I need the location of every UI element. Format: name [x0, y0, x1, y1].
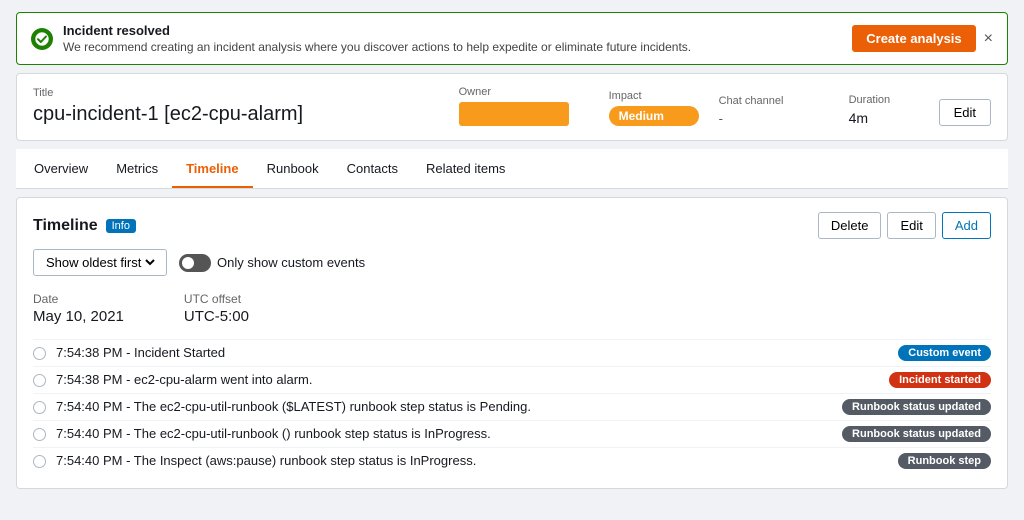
tab-overview[interactable]: Overview — [20, 149, 102, 188]
owner-label: Owner — [459, 86, 589, 98]
date-field: Date May 10, 2021 — [33, 292, 124, 325]
owner-bar — [459, 102, 569, 126]
banner-description: We recommend creating an incident analys… — [63, 40, 842, 54]
event-badge: Incident started — [889, 372, 991, 388]
create-analysis-button[interactable]: Create analysis — [852, 25, 975, 52]
duration-value: 4m — [849, 110, 919, 126]
event-badge: Runbook status updated — [842, 426, 991, 442]
toggle-label: Only show custom events — [217, 255, 365, 270]
tab-metrics[interactable]: Metrics — [102, 149, 172, 188]
incident-header: Title cpu-incident-1 [ec2-cpu-alarm] Own… — [33, 86, 991, 126]
event-text: 7:54:38 PM - Incident Started — [56, 345, 888, 360]
timeline-section: Timeline Info Delete Edit Add Show oldes… — [16, 197, 1008, 489]
date-row: Date May 10, 2021 UTC offset UTC-5:00 — [33, 292, 991, 325]
sort-select[interactable]: Show oldest first — [42, 254, 158, 271]
banner-content: Incident resolved We recommend creating … — [63, 23, 842, 54]
banner-close-button[interactable]: × — [984, 31, 993, 47]
utc-label: UTC offset — [184, 292, 249, 306]
event-text: 7:54:40 PM - The Inspect (aws:pause) run… — [56, 453, 888, 468]
event-text: 7:54:40 PM - The ec2-cpu-util-runbook ($… — [56, 399, 832, 414]
date-value: May 10, 2021 — [33, 308, 124, 325]
owner-field: Owner — [459, 86, 589, 126]
edit-button[interactable]: Edit — [939, 99, 991, 126]
chat-value: - — [719, 111, 829, 126]
event-dot — [33, 374, 46, 387]
incident-resolved-banner: Incident resolved We recommend creating … — [16, 12, 1008, 65]
impact-field: Impact Medium — [609, 90, 699, 126]
tab-contacts[interactable]: Contacts — [333, 149, 412, 188]
event-text: 7:54:40 PM - The ec2-cpu-util-runbook ()… — [56, 426, 832, 441]
title-field: Title cpu-incident-1 [ec2-cpu-alarm] — [33, 87, 439, 126]
incident-card: Title cpu-incident-1 [ec2-cpu-alarm] Own… — [16, 73, 1008, 141]
tab-related-items[interactable]: Related items — [412, 149, 519, 188]
impact-badge: Medium — [609, 106, 699, 126]
event-dot — [33, 401, 46, 414]
resolved-icon — [31, 28, 53, 50]
event-badge: Runbook step — [898, 453, 991, 469]
event-text: 7:54:38 PM - ec2-cpu-alarm went into ala… — [56, 372, 879, 387]
title-label: Title — [33, 87, 439, 99]
event-dot — [33, 428, 46, 441]
impact-label: Impact — [609, 90, 699, 102]
event-dot — [33, 347, 46, 360]
event-badge: Runbook status updated — [842, 399, 991, 415]
event-row: 7:54:40 PM - The ec2-cpu-util-runbook ()… — [33, 420, 991, 447]
banner-title: Incident resolved — [63, 23, 170, 38]
duration-label: Duration — [849, 94, 919, 106]
duration-field: Duration 4m — [849, 94, 919, 126]
sort-select-wrap[interactable]: Show oldest first — [33, 249, 167, 276]
event-row: 7:54:40 PM - The ec2-cpu-util-runbook ($… — [33, 393, 991, 420]
chat-field: Chat channel - — [719, 95, 829, 126]
timeline-title: Timeline — [33, 217, 98, 235]
utc-value: UTC-5:00 — [184, 308, 249, 325]
add-button[interactable]: Add — [942, 212, 991, 239]
info-badge: Info — [106, 219, 136, 233]
date-label: Date — [33, 292, 124, 306]
custom-events-toggle[interactable] — [179, 254, 211, 272]
incident-title: cpu-incident-1 [ec2-cpu-alarm] — [33, 103, 439, 126]
banner-actions: Create analysis × — [852, 25, 993, 52]
event-row: 7:54:38 PM - ec2-cpu-alarm went into ala… — [33, 366, 991, 393]
toggle-wrap: Only show custom events — [179, 254, 365, 272]
tabs-bar: Overview Metrics Timeline Runbook Contac… — [16, 149, 1008, 189]
timeline-edit-button[interactable]: Edit — [887, 212, 935, 239]
timeline-header: Timeline Info Delete Edit Add — [33, 212, 991, 239]
event-badge: Custom event — [898, 345, 991, 361]
timeline-controls: Show oldest first Only show custom event… — [33, 249, 991, 276]
events-list: 7:54:38 PM - Incident Started Custom even… — [33, 339, 991, 474]
delete-button[interactable]: Delete — [818, 212, 882, 239]
event-row: 7:54:40 PM - The Inspect (aws:pause) run… — [33, 447, 991, 474]
event-row: 7:54:38 PM - Incident Started Custom even… — [33, 339, 991, 366]
timeline-actions: Delete Edit Add — [818, 212, 991, 239]
event-dot — [33, 455, 46, 468]
utc-field: UTC offset UTC-5:00 — [184, 292, 249, 325]
tab-runbook[interactable]: Runbook — [253, 149, 333, 188]
tab-timeline[interactable]: Timeline — [172, 149, 253, 188]
chat-label: Chat channel — [719, 95, 829, 107]
